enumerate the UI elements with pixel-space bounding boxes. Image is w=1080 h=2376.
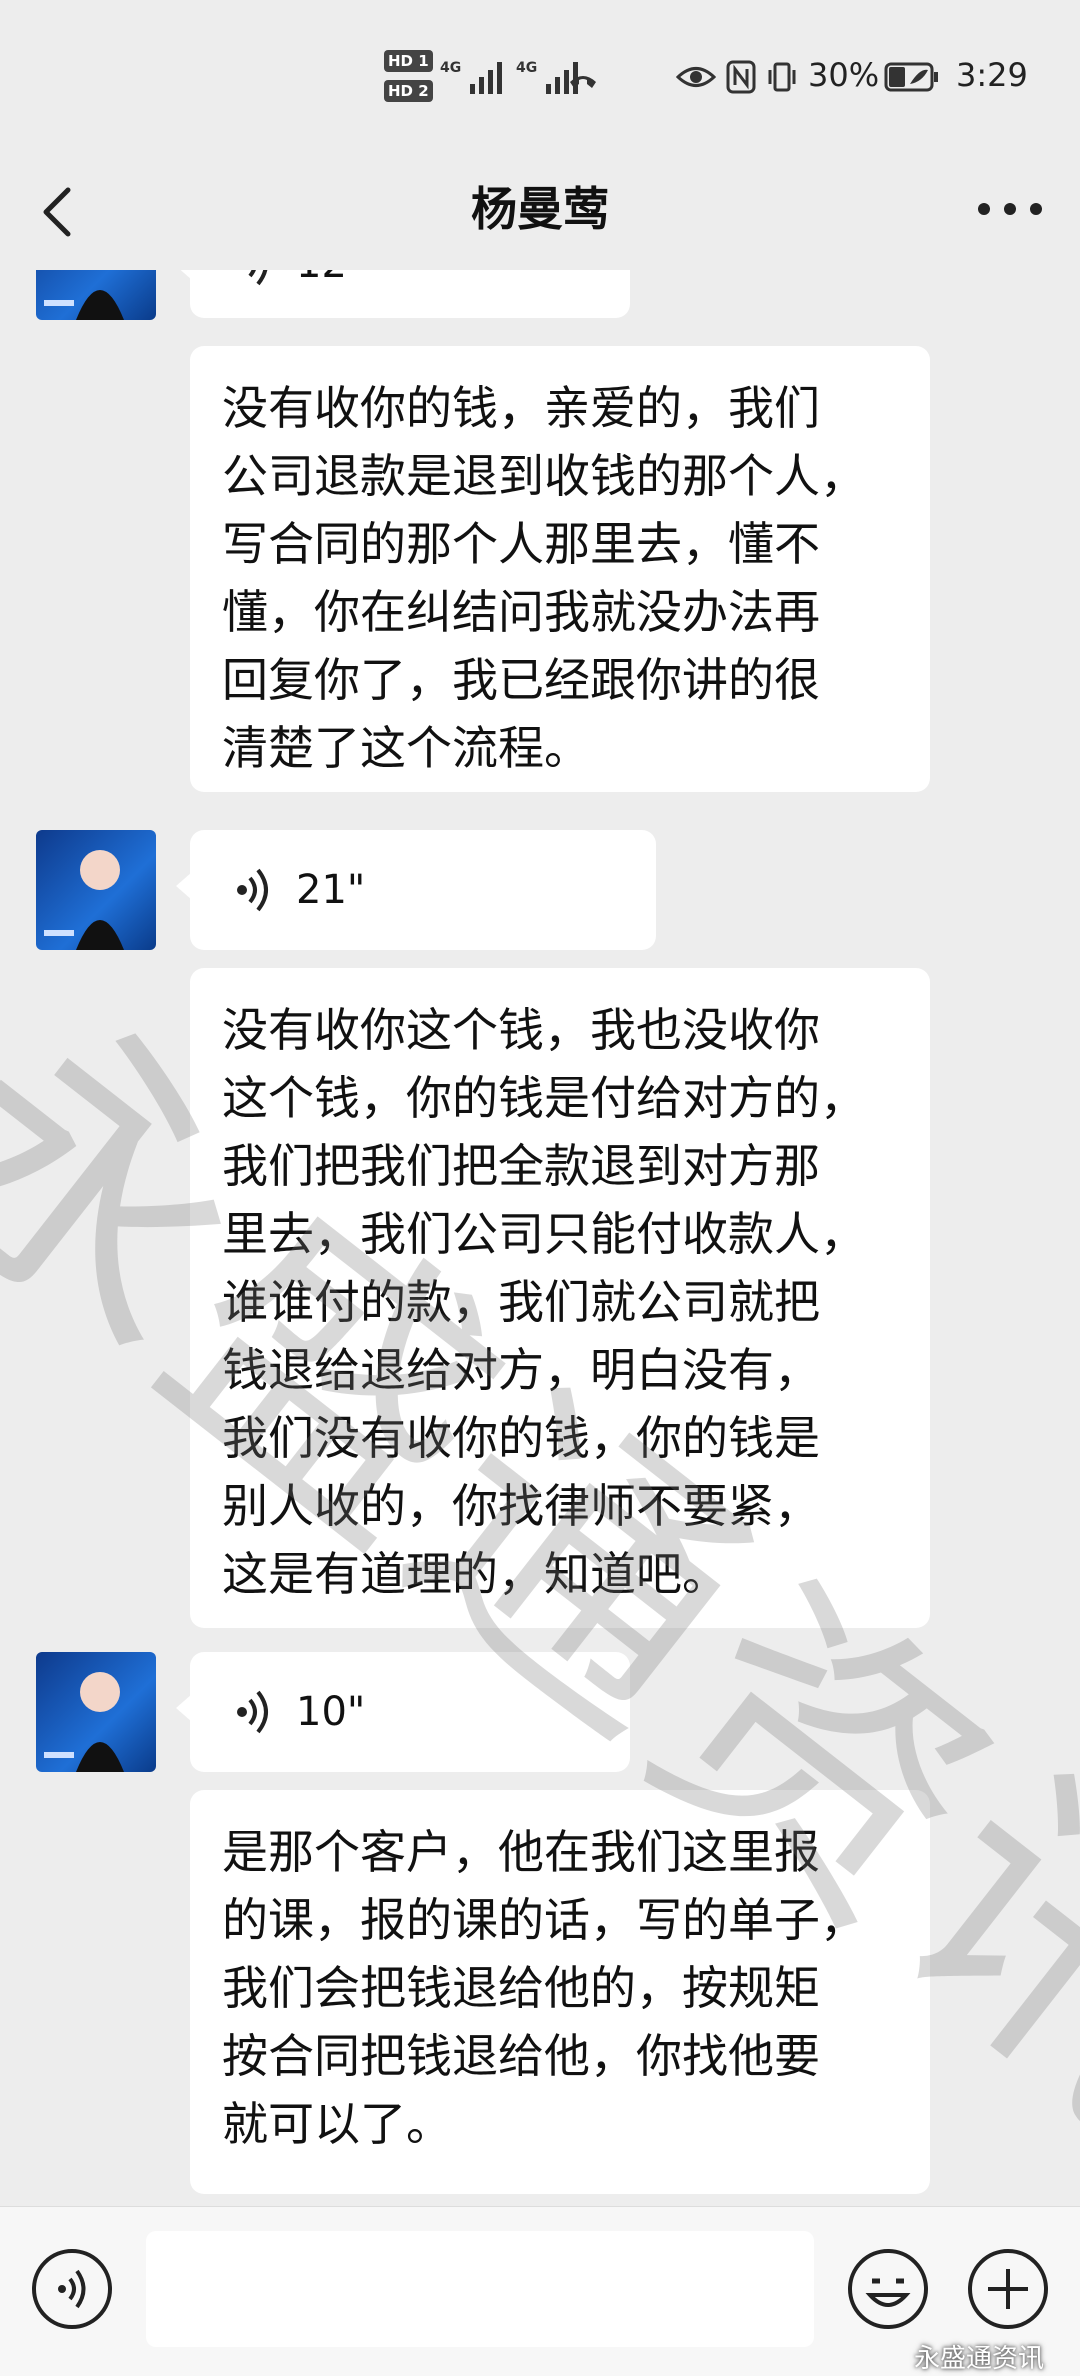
voice-wave-icon: [248, 270, 268, 286]
voice-duration: 21": [296, 867, 366, 913]
text-message[interactable]: 没有收你这个钱，我也没收你 这个钱，你的钱是付给对方的， 我们把我们把全款退到对…: [190, 968, 930, 1628]
voice-message[interactable]: 12: [176, 270, 630, 318]
emoji-button[interactable]: [846, 2247, 930, 2331]
hd1-badge: HD 1: [384, 50, 433, 72]
brand-watermark: 永盛通资讯: [913, 2344, 1044, 2374]
voice-duration: 12: [296, 270, 347, 298]
battery-icon: [884, 62, 938, 92]
vibrate-icon: [768, 62, 796, 92]
chat-header: 杨曼莺: [0, 160, 1080, 270]
eye-icon: [676, 67, 716, 87]
avatar[interactable]: [36, 830, 156, 950]
voice-message[interactable]: 21": [176, 830, 656, 950]
nfc-icon: [726, 60, 756, 94]
status-bar: HD 1 HD 2 4G 4G 30% 3:29: [0, 0, 1080, 160]
avatar[interactable]: [36, 1652, 156, 1772]
voice-wave-icon: [237, 1690, 268, 1734]
message-list[interactable]: 12 没有收你的钱，亲爱的，我们 公司退款是退到收钱的那个人， 写合同的那个人那…: [0, 270, 1080, 2206]
text-message[interactable]: 没有收你的钱，亲爱的，我们 公司退款是退到收钱的那个人， 写合同的那个人那里去，…: [190, 346, 930, 792]
signal-icon-1: 4G: [440, 58, 502, 94]
battery-percent: 30%: [808, 56, 880, 94]
voice-input-button[interactable]: [30, 2247, 114, 2331]
voice-duration: 10": [296, 1689, 366, 1735]
voice-message[interactable]: 10": [176, 1652, 630, 1772]
avatar[interactable]: [36, 270, 156, 320]
hd2-badge: HD 2: [384, 80, 433, 102]
voice-wave-icon: [237, 868, 268, 912]
clock: 3:29: [956, 56, 1028, 94]
contact-name: 杨曼莺: [471, 182, 609, 236]
more-functions-button[interactable]: [966, 2247, 1050, 2331]
more-options-icon[interactable]: [976, 194, 1044, 224]
message-input[interactable]: [146, 2231, 814, 2347]
call-icon: [570, 76, 596, 88]
text-message[interactable]: 是那个客户，他在我们这里报 的课，报的课的话，写的单子， 我们会把钱退给他的，按…: [190, 1790, 930, 2194]
